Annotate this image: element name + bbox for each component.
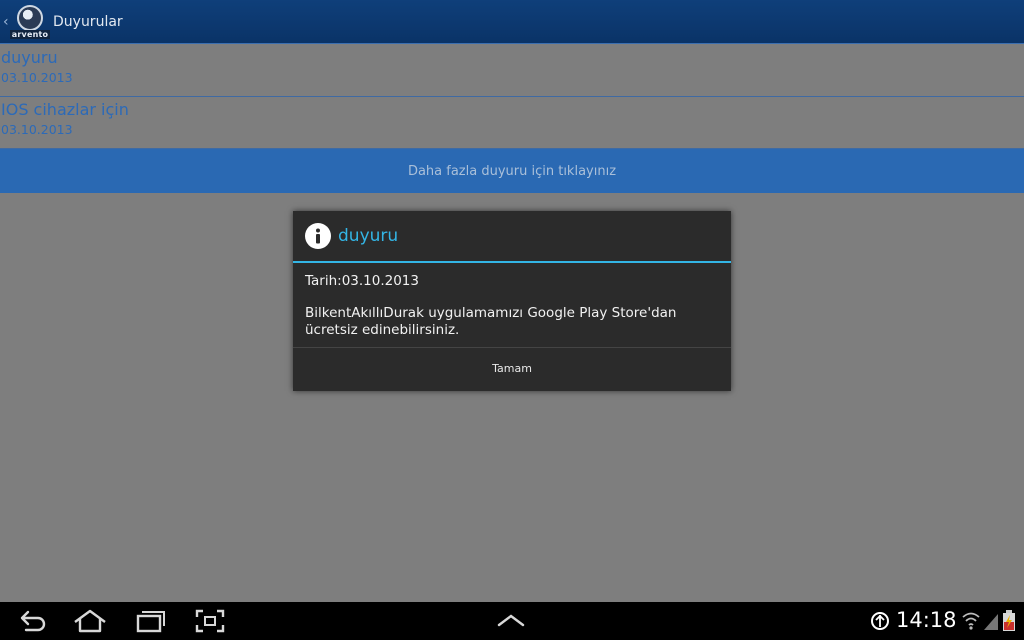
list-item-title: duyuru (1, 48, 58, 67)
load-more-button[interactable]: Daha fazla duyuru için tıklayınız (0, 149, 1024, 193)
wifi-icon (962, 611, 980, 635)
list-item-date: 03.10.2013 (1, 122, 73, 137)
announcement-dialog: duyuru Tarih:03.10.2013 BilkentAkıllıDur… (293, 211, 731, 391)
app-logo[interactable]: arvento (9, 3, 51, 41)
action-bar: ‹ arvento Duyurular (0, 0, 1024, 44)
home-icon[interactable] (72, 609, 108, 637)
list-item[interactable]: IOS cihazlar için 03.10.2013 (0, 97, 1024, 149)
logo-text: arvento (9, 29, 51, 39)
ok-button[interactable]: Tamam (293, 348, 731, 389)
recent-apps-icon[interactable] (134, 609, 166, 637)
list-item[interactable]: duyuru 03.10.2013 (0, 45, 1024, 97)
announcement-list: duyuru 03.10.2013 IOS cihazlar için 03.1… (0, 45, 1024, 149)
load-more-label: Daha fazla duyuru için tıklayınız (407, 163, 617, 179)
dialog-title: duyuru (338, 226, 399, 246)
dialog-date: Tarih:03.10.2013 (305, 273, 419, 289)
screenshot-icon[interactable] (194, 609, 226, 637)
list-item-title: IOS cihazlar için (1, 100, 129, 119)
usb-debug-icon (870, 611, 890, 635)
info-icon (305, 223, 331, 249)
globe-icon (17, 4, 43, 31)
list-item-date: 03.10.2013 (1, 70, 73, 85)
signal-icon (983, 611, 999, 635)
page-title: Duyurular (53, 13, 123, 30)
back-icon[interactable] (16, 609, 48, 637)
battery-icon (1002, 610, 1016, 636)
clock: 14:18 (896, 608, 957, 632)
system-bar: 14:18 (0, 602, 1024, 640)
dialog-header: duyuru (293, 211, 731, 263)
dialog-footer: Tamam (293, 347, 731, 389)
dialog-message: BilkentAkıllıDurak uygulamamızı Google P… (305, 305, 677, 338)
expand-up-icon[interactable] (496, 612, 526, 632)
dialog-body: Tarih:03.10.2013 BilkentAkıllıDurak uygu… (293, 263, 731, 347)
